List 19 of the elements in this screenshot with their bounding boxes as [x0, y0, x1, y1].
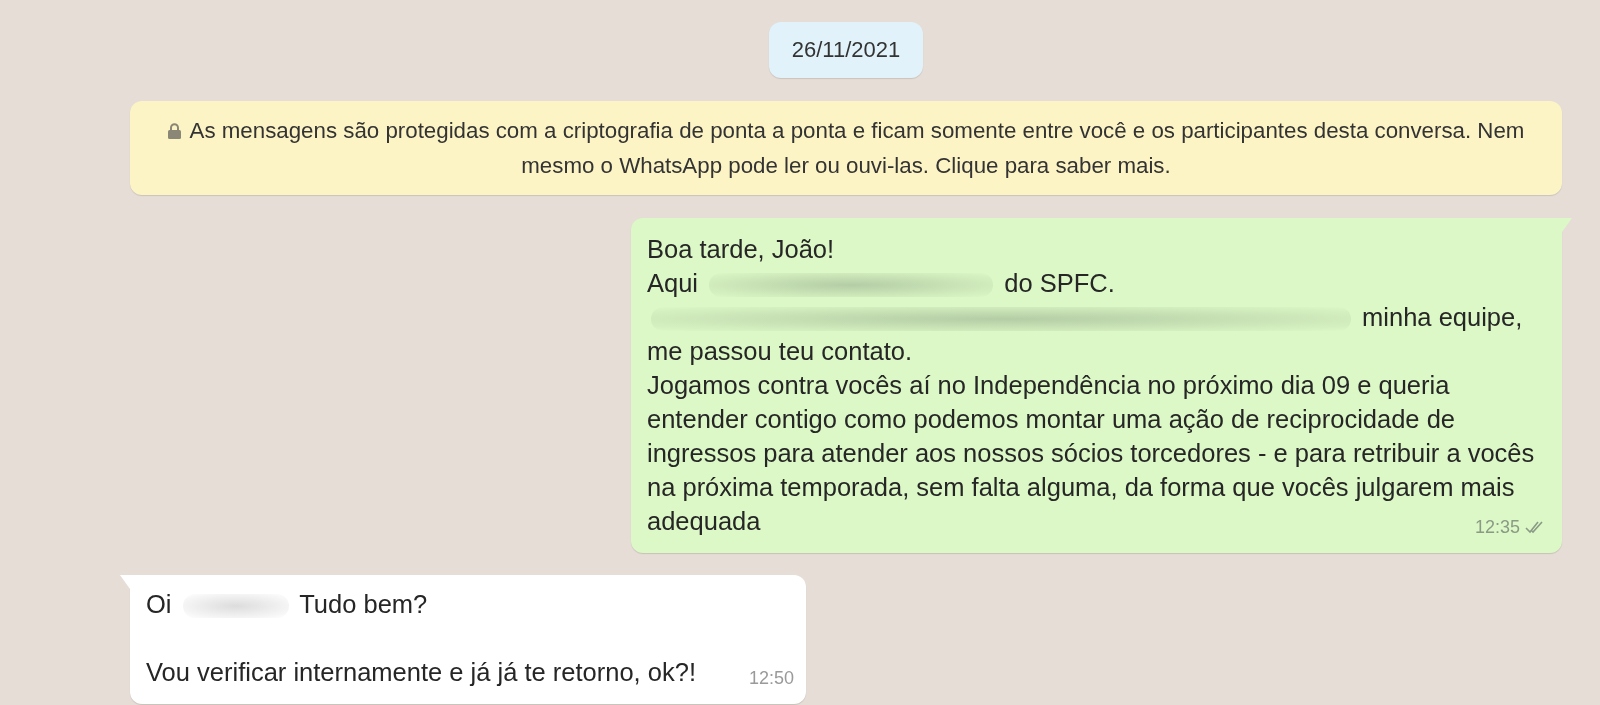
message-text: na próxima temporada, sem falta alguma, da forma que vocês julgarem mais	[647, 473, 1515, 501]
date-chip: 26/11/2021	[768, 22, 924, 78]
message-text: minha equipe,	[1362, 303, 1523, 331]
encryption-notice[interactable]: As mensagens são protegidas com a criptografia de ponta a ponta e ficam somente entre você e os participantes desta conversa. Nem mesmo o WhatsApp pode ler ou ouvi-las. Clique para saber mais.	[130, 101, 1562, 195]
message-text: me passou teu contato.	[647, 337, 913, 365]
lock-icon	[167, 123, 181, 139]
notice-text: As mensagens são protegidas com a criptografia de ponta a ponta e ficam somente entre você e os participantes desta conversa. Nem mesmo o WhatsApp pode ler ou ouvi-las. Clique para saber mais.	[189, 118, 1525, 178]
message-text: Oi	[146, 590, 172, 618]
message-text: ingressos para atender aos nossos sócios torcedores - e para retribuir a vocês	[647, 439, 1535, 467]
message-time: 12:50	[748, 667, 794, 689]
message-text: Jogamos contra vocês aí no Independência no próximo dia 09 e queria	[647, 371, 1450, 399]
message-text: Boa tarde, João!	[647, 235, 835, 263]
message-text: Tudo bem?	[299, 590, 428, 618]
message-text: entender contigo como podemos montar uma ação de reciprocidade de	[647, 405, 1455, 433]
message-text: Aqui	[647, 269, 699, 297]
message-time: 12:35	[1474, 516, 1520, 538]
message-text: do SPFC.	[1004, 269, 1115, 297]
message-text: Vou verificar internamente e já já te retorno, ok?!	[146, 658, 696, 686]
message-text: adequada	[647, 507, 761, 535]
